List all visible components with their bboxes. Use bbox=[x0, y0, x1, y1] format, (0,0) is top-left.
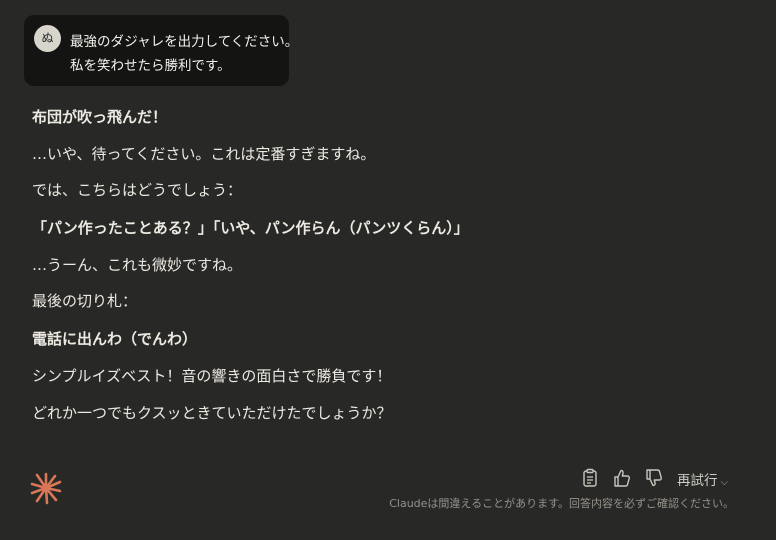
thumbs-up-icon bbox=[614, 469, 630, 487]
response-paragraph-8: シンプルイズベスト！音の響きの面白さで勝負です！ bbox=[32, 367, 392, 385]
dislike-button[interactable] bbox=[643, 467, 665, 489]
response-paragraph-2: …いや、待ってください。これは定番すぎますね。 bbox=[32, 145, 376, 163]
response-paragraph-1: 布団が吹っ飛んだ！ bbox=[32, 108, 168, 126]
thumbs-down-icon bbox=[646, 469, 662, 487]
response-paragraph-3: では、こちらはどうでしょう： bbox=[32, 181, 243, 199]
response-paragraph-6: 最後の切り札： bbox=[32, 292, 138, 310]
response-paragraph-7: 電話に出んわ（でんわ） bbox=[32, 330, 198, 348]
like-button[interactable] bbox=[611, 467, 633, 489]
user-message-line-2: 私を笑わせたら勝利です。 bbox=[70, 58, 231, 74]
response-paragraph-5: …うーん、これも微妙ですね。 bbox=[32, 256, 243, 274]
chevron-down-icon: ⌵ bbox=[720, 477, 729, 488]
user-avatar[interactable]: ぬ bbox=[34, 25, 61, 52]
response-paragraph-9: どれか一つでもクスッときていただけたでしょうか？ bbox=[32, 404, 392, 422]
disclaimer-text: Claudeは間違えることがあります。回答内容を必ずご確認ください。 bbox=[389, 497, 734, 510]
copy-button[interactable] bbox=[579, 467, 601, 489]
claude-spark-icon bbox=[29, 471, 63, 505]
clipboard-icon bbox=[583, 468, 597, 487]
user-message-line-1: 最強のダジャレを出力してください。 bbox=[70, 34, 299, 50]
retry-button[interactable]: 再試行 ⌵ bbox=[677, 469, 728, 489]
user-message-bubble: ぬ 最強のダジャレを出力してください。 私を笑わせたら勝利です。 bbox=[24, 15, 298, 86]
response-paragraph-4: 「パン作ったことある？」「いや、パン作らん（パンツくらん）」 bbox=[32, 219, 469, 237]
retry-label: 再試行 bbox=[677, 473, 718, 489]
